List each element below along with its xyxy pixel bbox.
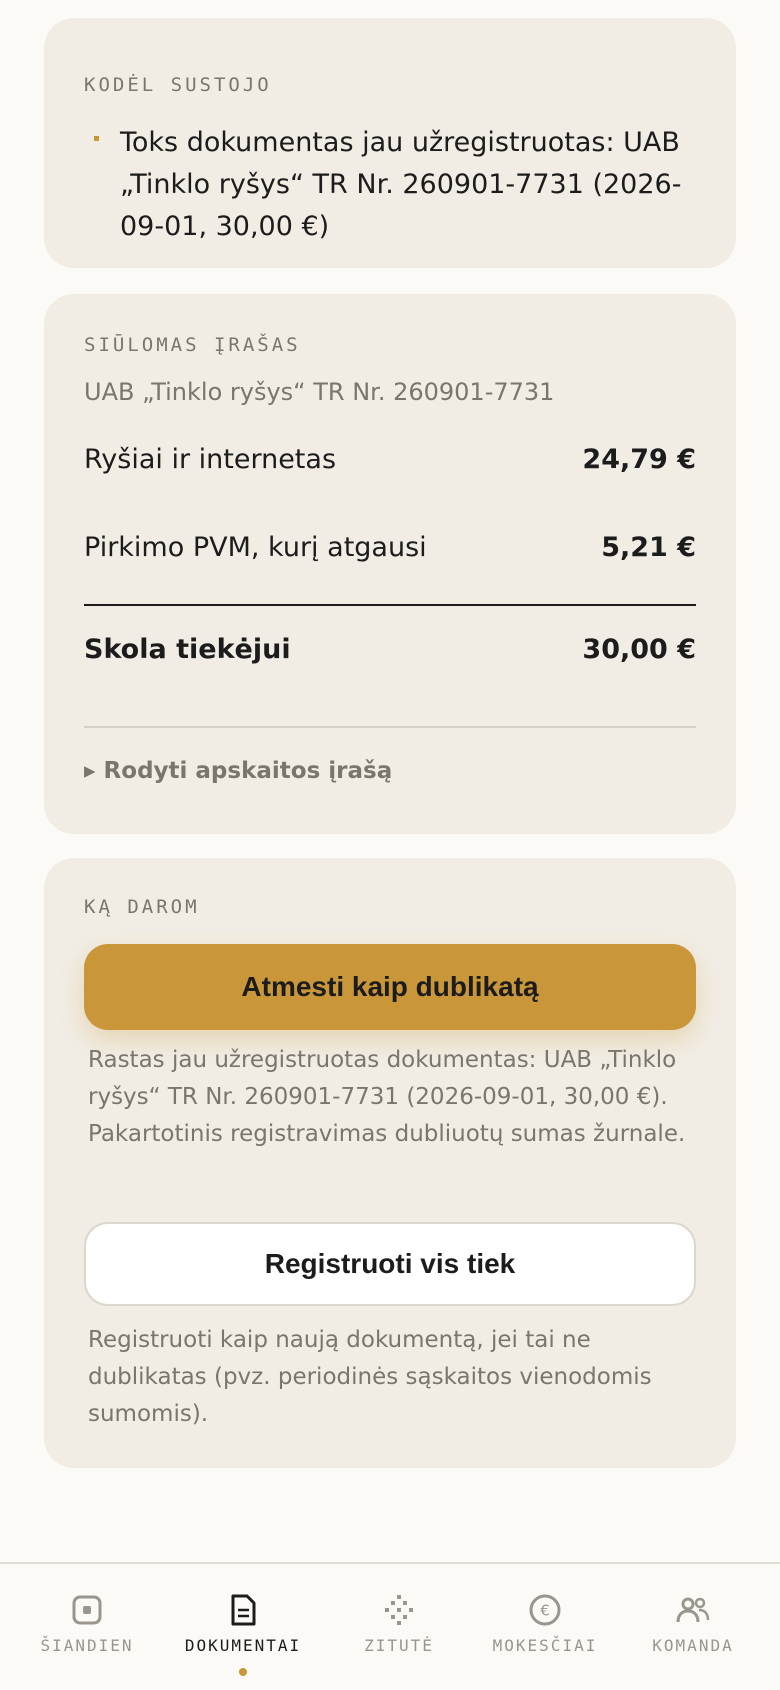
entry-line: Pirkimo PVM, kurį atgausi 5,21 € <box>84 532 696 563</box>
tab-label: MOKESČIAI <box>492 1636 598 1655</box>
tab-zitute[interactable]: ZITUTĖ <box>321 1564 477 1690</box>
reason-text: Toks dokumentas jau užregistruotas: UAB … <box>120 127 682 242</box>
register-anyway-button[interactable]: Registruoti vis tiek <box>84 1222 696 1306</box>
divider <box>84 726 696 728</box>
tab-label: ZITUTĖ <box>364 1636 434 1655</box>
reject-description: Rastas jau užregistruotas dokumentas: UA… <box>88 1047 686 1147</box>
entry-line: Ryšiai ir internetas 24,79 € <box>84 444 696 475</box>
reason-heading: KODĖL SUSTOJO <box>84 74 272 96</box>
reason-item: Toks dokumentas jau užregistruotas: UAB … <box>84 122 696 248</box>
supplier-label: UAB „Tinklo ryšys“ TR Nr. 260901-7731 <box>84 378 555 406</box>
bottom-tab-bar: ŠIANDIEN DOKUMENTAI ZITUTĖ € MOKESČIAI K… <box>0 1562 780 1690</box>
total-amount: 30,00 € <box>582 634 696 665</box>
active-indicator <box>239 1668 247 1676</box>
total-line: Skola tiekėjui 30,00 € <box>84 634 696 665</box>
total-divider <box>84 604 696 606</box>
action-heading: KĄ DAROM <box>84 896 200 918</box>
entry-line-amount: 5,21 € <box>601 532 696 563</box>
reject-duplicate-button[interactable]: Atmesti kaip dublikatą <box>84 944 696 1030</box>
tab-label: ŠIANDIEN <box>40 1636 134 1655</box>
register-description: Registruoti kaip naują dokumentą, jei ta… <box>88 1327 652 1427</box>
show-accounting-entry-toggle[interactable]: ▸ Rodyti apskaitos įrašą <box>84 758 392 784</box>
entry-line-label: Ryšiai ir internetas <box>84 444 337 475</box>
euro-icon: € <box>529 1594 561 1626</box>
tab-dokumentai[interactable]: DOKUMENTAI <box>165 1564 321 1690</box>
document-icon <box>231 1594 256 1626</box>
team-icon <box>676 1597 710 1623</box>
tab-komanda[interactable]: KOMANDA <box>615 1564 771 1690</box>
tab-mokesciai[interactable]: € MOKESČIAI <box>467 1564 623 1690</box>
tab-siandien[interactable]: ŠIANDIEN <box>9 1564 165 1690</box>
bullet-icon <box>94 136 99 141</box>
entry-line-amount: 24,79 € <box>582 444 696 475</box>
today-icon <box>72 1595 102 1625</box>
duplicate-reason-card: KODĖL SUSTOJO Toks dokumentas jau užregi… <box>44 18 736 268</box>
tab-label: DOKUMENTAI <box>184 1636 302 1655</box>
action-card: KĄ DAROM Atmesti kaip dublikatą Rastas j… <box>44 858 736 1468</box>
proposed-entry-card: SIŪLOMAS ĮRAŠAS UAB „Tinklo ryšys“ TR Nr… <box>44 294 736 834</box>
svg-text:€: € <box>540 1602 550 1620</box>
proposed-heading: SIŪLOMAS ĮRAŠAS <box>84 334 301 356</box>
total-label: Skola tiekėjui <box>84 634 291 665</box>
sparkle-icon <box>385 1595 413 1625</box>
tab-label: KOMANDA <box>652 1636 734 1655</box>
entry-line-label: Pirkimo PVM, kurį atgausi <box>84 532 427 563</box>
